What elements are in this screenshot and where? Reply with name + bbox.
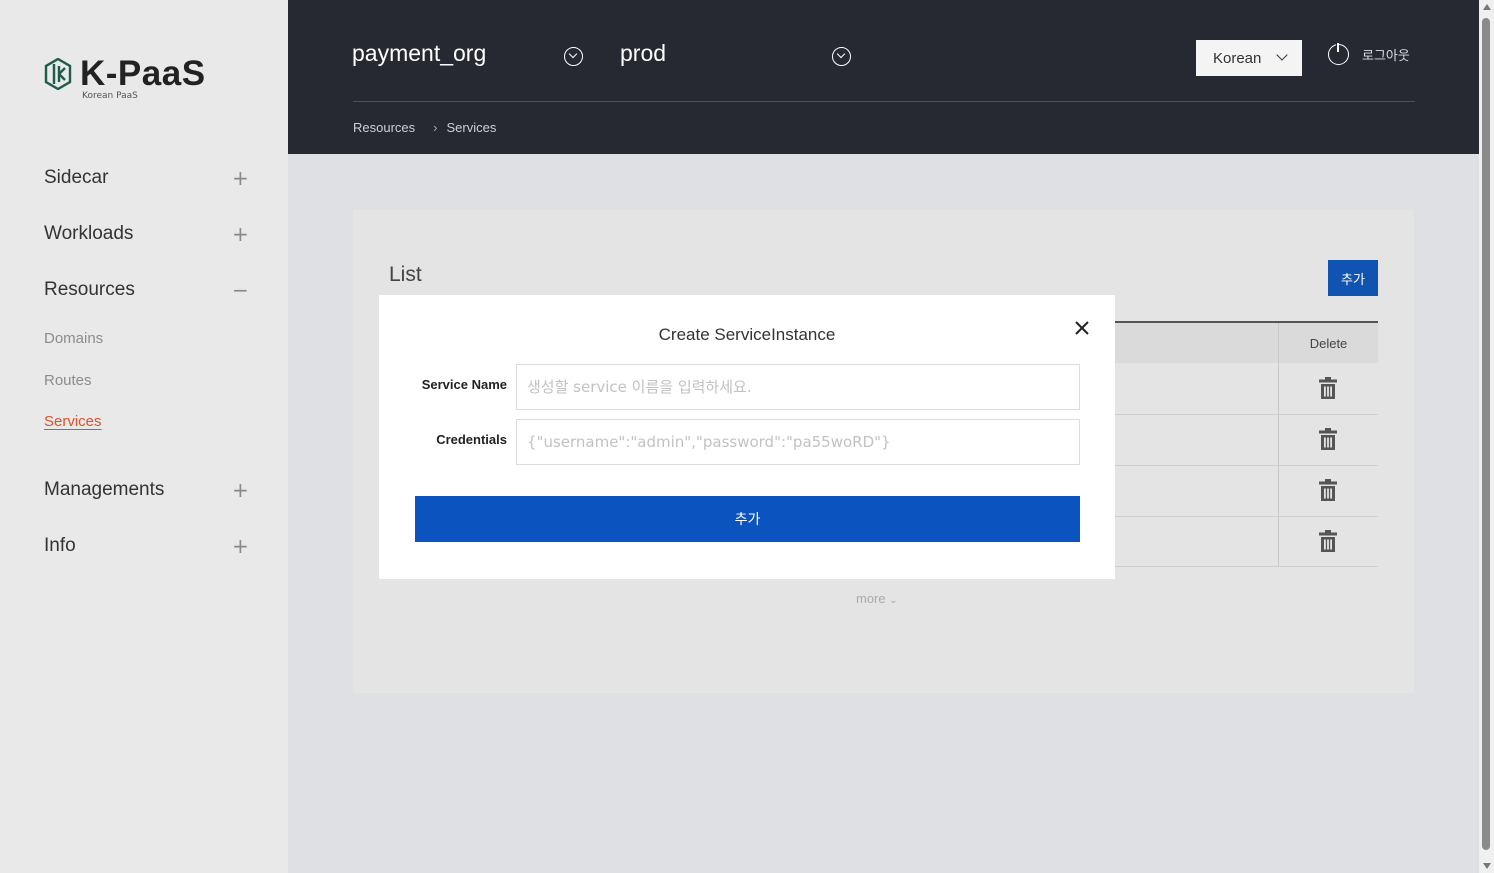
logo-subtitle: Korean PaaS bbox=[82, 91, 138, 101]
org-selector-label[interactable]: payment_org bbox=[352, 40, 486, 67]
expand-icon[interactable]: + bbox=[232, 166, 249, 190]
sidebar: K-PaaS Korean PaaS Sidecar + Workloads +… bbox=[0, 0, 288, 873]
credentials-label: Credentials bbox=[436, 432, 507, 447]
expand-icon[interactable]: + bbox=[232, 222, 249, 246]
sidebar-item-label: Info bbox=[44, 535, 76, 556]
add-button[interactable]: 추가 bbox=[1328, 260, 1378, 296]
trash-icon[interactable] bbox=[1319, 428, 1337, 450]
space-selector-label[interactable]: prod bbox=[620, 40, 666, 67]
sidebar-item-resources[interactable]: Resources − bbox=[44, 272, 249, 308]
service-name-label: Service Name bbox=[421, 377, 507, 392]
submit-add-button[interactable]: 추가 bbox=[415, 496, 1080, 542]
more-label: more bbox=[856, 591, 886, 606]
scroll-up-arrow-icon[interactable] bbox=[1483, 4, 1491, 10]
breadcrumb-separator-icon: › bbox=[433, 120, 438, 135]
collapse-icon[interactable]: − bbox=[232, 278, 249, 302]
trash-icon[interactable] bbox=[1319, 479, 1337, 501]
expand-icon[interactable]: + bbox=[232, 478, 249, 502]
scroll-down-arrow-icon[interactable] bbox=[1483, 863, 1491, 869]
top-header: payment_org prod Korean 로그아웃 Resources ›… bbox=[288, 0, 1479, 154]
modal-title: Create ServiceInstance bbox=[658, 325, 836, 344]
breadcrumb-item[interactable]: Resources bbox=[353, 120, 415, 135]
page-scrollbar[interactable] bbox=[1479, 0, 1494, 873]
space-dropdown-icon[interactable] bbox=[832, 47, 851, 66]
language-select[interactable]: Korean bbox=[1196, 40, 1302, 76]
table-row-divider bbox=[1115, 566, 1378, 567]
language-value: Korean bbox=[1213, 49, 1262, 67]
table-row-divider bbox=[1115, 465, 1378, 466]
sidebar-item-label: Workloads bbox=[44, 223, 134, 244]
sidebar-subitem-services[interactable]: Services bbox=[44, 413, 102, 430]
sidebar-item-workloads[interactable]: Workloads + bbox=[44, 216, 249, 252]
sidebar-subitem-routes[interactable]: Routes bbox=[44, 372, 92, 389]
sidebar-item-info[interactable]: Info + bbox=[44, 528, 249, 564]
trash-icon[interactable] bbox=[1319, 377, 1337, 399]
trash-icon[interactable] bbox=[1319, 530, 1337, 552]
sidebar-item-managements[interactable]: Managements + bbox=[44, 472, 249, 508]
sidebar-item-sidecar[interactable]: Sidecar + bbox=[44, 160, 249, 196]
logo[interactable]: K-PaaS Korean PaaS bbox=[44, 56, 206, 101]
breadcrumb: Resources › Services bbox=[353, 120, 496, 135]
sidebar-item-label: Managements bbox=[44, 479, 165, 500]
power-icon bbox=[1328, 41, 1349, 65]
more-button[interactable]: more ⌄ bbox=[856, 591, 898, 606]
k-paas-logo-icon bbox=[44, 58, 72, 90]
breadcrumb-item: Services bbox=[446, 120, 497, 135]
sidebar-item-label: Sidecar bbox=[44, 167, 109, 188]
expand-icon[interactable]: + bbox=[232, 534, 249, 558]
list-title: List bbox=[389, 263, 422, 286]
service-name-input[interactable] bbox=[516, 364, 1080, 410]
chevron-down-icon bbox=[1276, 49, 1288, 61]
chevron-down-icon: ⌄ bbox=[889, 595, 898, 606]
close-icon[interactable] bbox=[1073, 319, 1091, 337]
org-dropdown-icon[interactable] bbox=[564, 47, 583, 66]
logo-title: K-PaaS bbox=[80, 54, 206, 93]
logout-label: 로그아웃 bbox=[1362, 49, 1410, 64]
delete-column-header: Delete bbox=[1309, 335, 1348, 351]
create-service-instance-modal: Create ServiceInstance Service Name Cred… bbox=[379, 295, 1115, 579]
sidebar-item-label: Resources bbox=[44, 279, 135, 300]
sidebar-subitem-domains[interactable]: Domains bbox=[44, 330, 103, 347]
table-row-divider bbox=[1115, 414, 1378, 415]
credentials-input[interactable] bbox=[516, 419, 1080, 465]
table-row-divider bbox=[1115, 516, 1378, 517]
logout-button[interactable]: 로그아웃 bbox=[1328, 41, 1410, 65]
header-divider bbox=[353, 101, 1415, 102]
scrollbar-thumb[interactable] bbox=[1482, 18, 1490, 850]
